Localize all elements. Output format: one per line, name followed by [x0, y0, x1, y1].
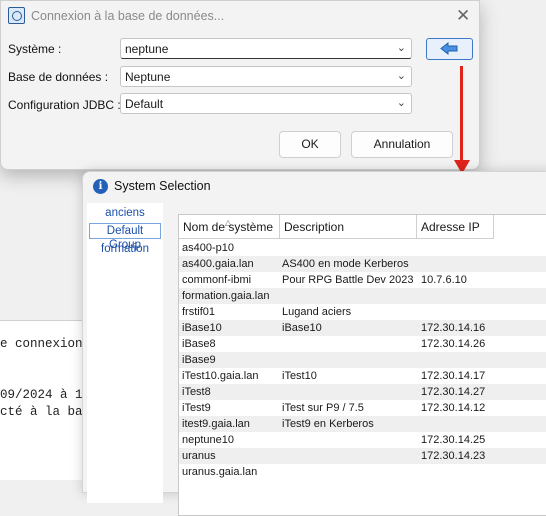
dialog-title: System Selection	[114, 179, 211, 193]
cell-description	[281, 336, 282, 352]
cell-description	[281, 384, 282, 400]
cell-description: AS400 en mode Kerberos	[282, 258, 409, 270]
background-console: e connexion 09/2024 à 18 cté à la bas	[0, 320, 90, 480]
chevron-down-icon: ⌄	[396, 70, 406, 82]
cell-name: commonf-ibmi	[182, 274, 252, 286]
cell-ip	[420, 256, 421, 272]
cell-name: neptune10	[182, 434, 234, 446]
cell-description	[281, 240, 282, 256]
cell-ip: 172.30.14.23	[421, 450, 486, 462]
cell-name: iBase8	[182, 338, 216, 350]
cell-ip: 172.30.14.26	[421, 338, 486, 350]
cell-name: as400-p10	[182, 242, 234, 254]
database-value: Neptune	[125, 70, 171, 84]
cell-description	[281, 432, 282, 448]
table-row[interactable]: uranus.gaia.lan	[179, 464, 546, 480]
cell-description: iTest9 en Kerberos	[282, 418, 374, 430]
connection-dialog: Connexion à la base de données... ✕ Syst…	[0, 0, 480, 170]
ok-button[interactable]: OK	[279, 131, 341, 158]
cell-ip: 172.30.14.25	[421, 434, 486, 446]
sort-up-icon: △	[225, 218, 232, 227]
console-line: 09/2024 à 18	[0, 388, 91, 402]
dialog-title: Connexion à la base de données...	[31, 9, 225, 23]
table-row[interactable]: as400-p10	[179, 240, 546, 256]
info-icon: i	[93, 179, 108, 194]
cell-name: frstif01	[182, 306, 216, 318]
cell-name: iBase9	[182, 354, 216, 366]
table-row[interactable]: iTest9 iTest sur P9 / 7.5 172.30.14.12	[179, 400, 546, 416]
cell-description: iBase10	[282, 322, 322, 334]
cell-ip: 172.30.14.27	[421, 386, 486, 398]
cell-description: iTest sur P9 / 7.5	[282, 402, 364, 414]
cell-ip: 172.30.14.16	[421, 322, 486, 334]
cell-ip: 172.30.14.17	[421, 370, 486, 382]
cell-description	[281, 352, 282, 368]
table-row[interactable]: iBase8 172.30.14.26	[179, 336, 546, 352]
cell-ip	[420, 240, 421, 256]
cell-description	[281, 464, 282, 480]
system-selection-dialog: i System Selection anciens Default Group…	[82, 171, 546, 516]
cancel-button[interactable]: Annulation	[351, 131, 453, 158]
table-row[interactable]: iTest8 172.30.14.27	[179, 384, 546, 400]
jdbc-label: Configuration JDBC :	[8, 98, 121, 112]
jdbc-combo[interactable]: Default ⌄	[120, 93, 412, 114]
database-combo[interactable]: Neptune ⌄	[120, 66, 412, 87]
cell-name: iTest9	[182, 402, 211, 414]
title-bar: Connexion à la base de données... ✕	[1, 1, 479, 31]
cell-name: iBase10	[182, 322, 222, 334]
group-list: anciens Default Group formation	[87, 203, 163, 503]
cell-ip	[420, 416, 421, 432]
jdbc-value: Default	[125, 97, 164, 111]
group-item-anciens[interactable]: anciens	[89, 205, 161, 221]
column-header-ip[interactable]: Adresse IP	[417, 215, 494, 239]
cell-ip: 172.30.14.12	[421, 402, 486, 414]
system-combo[interactable]: neptune ⌄	[120, 38, 412, 59]
group-item-default[interactable]: Default Group	[89, 223, 161, 251]
table-row[interactable]: iTest10.gaia.lan iTest10 172.30.14.17	[179, 368, 546, 384]
cell-name: iTest10.gaia.lan	[182, 370, 259, 382]
table-row[interactable]: as400.gaia.lan AS400 en mode Kerberos	[179, 256, 546, 272]
cell-ip	[420, 288, 421, 304]
cell-name: uranus	[182, 450, 216, 462]
console-line: e connexion	[0, 337, 83, 351]
chevron-down-icon: ⌄	[396, 97, 406, 109]
group-item-formation[interactable]: formation	[89, 241, 161, 257]
cell-name: formation.gaia.lan	[182, 290, 270, 302]
system-label: Système :	[8, 42, 62, 56]
column-header-description[interactable]: Description	[280, 215, 417, 239]
database-label: Base de données :	[8, 70, 109, 84]
table-row[interactable]: iBase10 iBase10 172.30.14.16	[179, 320, 546, 336]
cell-ip	[420, 352, 421, 368]
cell-name: itest9.gaia.lan	[182, 418, 250, 430]
table-row[interactable]: uranus 172.30.14.23	[179, 448, 546, 464]
cell-description	[281, 448, 282, 464]
cell-name: as400.gaia.lan	[182, 258, 254, 270]
table-row[interactable]: neptune10 172.30.14.25	[179, 432, 546, 448]
cell-ip	[420, 464, 421, 480]
chevron-down-icon: ⌄	[396, 42, 406, 54]
table-row[interactable]: frstif01 Lugand aciers	[179, 304, 546, 320]
close-icon[interactable]: ✕	[456, 6, 470, 26]
cell-description: Pour RPG Battle Dev 2023	[282, 274, 414, 286]
column-header-name[interactable]: △ Nom de système	[179, 215, 280, 239]
table-row[interactable]: itest9.gaia.lan iTest9 en Kerberos	[179, 416, 546, 432]
cell-ip	[420, 304, 421, 320]
cell-description: Lugand aciers	[282, 306, 352, 318]
select-system-button[interactable]	[426, 38, 473, 60]
console-line: cté à la bas	[0, 405, 91, 419]
system-value: neptune	[125, 42, 169, 56]
system-table: △ Nom de système Description Adresse IP …	[178, 214, 546, 516]
arrow-left-icon	[440, 41, 458, 56]
database-app-icon	[8, 7, 25, 24]
annotation-arrow-line	[460, 66, 463, 164]
cell-name: iTest8	[182, 386, 211, 398]
cell-ip: 10.7.6.10	[421, 274, 467, 286]
cell-description	[281, 288, 282, 304]
cell-description: iTest10	[282, 370, 317, 382]
cell-name: uranus.gaia.lan	[182, 466, 258, 478]
table-row[interactable]: iBase9	[179, 352, 546, 368]
table-row[interactable]: commonf-ibmi Pour RPG Battle Dev 2023 10.7…	[179, 272, 546, 288]
table-row[interactable]: formation.gaia.lan	[179, 288, 546, 304]
